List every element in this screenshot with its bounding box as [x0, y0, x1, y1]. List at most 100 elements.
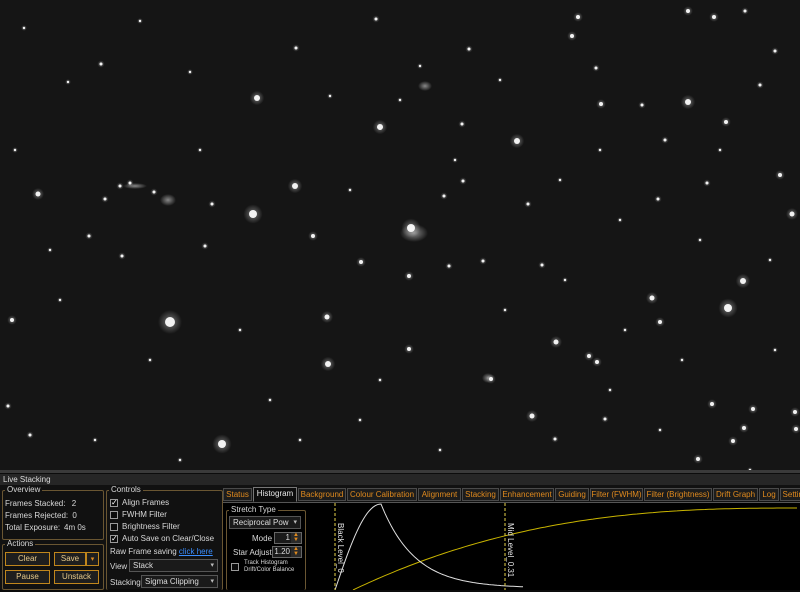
controls-legend: Controls: [111, 485, 141, 494]
track-histogram-checkbox[interactable]: [231, 561, 243, 571]
star: [656, 197, 660, 201]
star: [742, 426, 746, 430]
view-label: View: [110, 562, 128, 571]
star: [460, 122, 464, 126]
brightness-filter-checkbox[interactable]: Brightness Filter: [110, 522, 180, 531]
star: [328, 94, 332, 98]
star: [618, 218, 622, 222]
clear-button[interactable]: Clear: [5, 552, 50, 566]
tab-log[interactable]: Log: [759, 488, 779, 501]
galaxy: [160, 194, 176, 206]
view-select[interactable]: Stack ▾: [129, 559, 218, 572]
star: [453, 158, 457, 162]
star: [6, 404, 10, 408]
star: [599, 102, 603, 106]
star: [210, 202, 214, 206]
star: [793, 410, 797, 414]
tab-drift-graph[interactable]: Drift Graph: [713, 488, 758, 501]
auto-save-check[interactable]: ✓: [110, 534, 118, 543]
splitter-bar[interactable]: [0, 470, 800, 473]
track-histogram-check[interactable]: [231, 563, 239, 571]
star-field-image: [4, 6, 800, 470]
stacked-image-viewer[interactable]: [0, 0, 800, 470]
star: [594, 66, 598, 70]
star: [718, 148, 722, 152]
spin-arrows-icon[interactable]: ▲ ▼: [291, 532, 301, 543]
spin-arrows-icon[interactable]: ▲ ▼: [291, 546, 301, 557]
star: [658, 320, 662, 324]
star-adjust-value: 1.20: [274, 547, 290, 556]
star: [407, 347, 411, 351]
save-dropdown-button[interactable]: ▾: [86, 552, 99, 566]
star: [773, 348, 777, 352]
star: [93, 438, 97, 442]
star: [794, 427, 798, 431]
mode-stepper[interactable]: 1 ▲ ▼: [274, 532, 302, 544]
histogram-panel: Black Level_0 Mid Level_0.31: [223, 502, 800, 591]
star: [99, 62, 103, 66]
tab-histogram[interactable]: Histogram: [253, 487, 297, 502]
star: [249, 210, 257, 218]
tab-stacking[interactable]: Stacking: [462, 488, 499, 501]
tab-status[interactable]: Status: [223, 488, 252, 501]
star: [118, 184, 122, 188]
tab-guiding[interactable]: Guiding: [555, 488, 589, 501]
star: [603, 417, 607, 421]
tab-background[interactable]: Background: [298, 488, 346, 501]
galaxy: [482, 373, 494, 383]
stretch-type-select[interactable]: Reciprocal Pow ▾: [229, 516, 301, 529]
chevron-down-icon: ▾: [90, 556, 95, 563]
star: [481, 259, 485, 263]
star: [188, 70, 192, 74]
galaxy: [400, 224, 428, 242]
star: [663, 138, 667, 142]
star: [685, 99, 691, 105]
star: [438, 448, 442, 452]
fwhm-filter-check[interactable]: [110, 510, 118, 519]
star: [28, 433, 32, 437]
total-exposure-value: 4m 0s: [64, 523, 86, 532]
star-adjust-stepper[interactable]: 1.20 ▲ ▼: [272, 546, 302, 558]
align-frames-checkbox[interactable]: ✓ Align Frames: [110, 498, 169, 507]
raw-frame-saving-row: Raw Frame saving click here: [110, 547, 213, 556]
star: [696, 457, 700, 461]
star: [553, 339, 559, 345]
chevron-down-icon: ▾: [293, 519, 297, 526]
star: [203, 244, 207, 248]
star: [731, 439, 735, 443]
click-here-link[interactable]: click here: [179, 547, 213, 556]
star: [22, 26, 26, 30]
star: [254, 95, 260, 101]
star: [768, 258, 772, 262]
stacking-select[interactable]: Sigma Clipping ▾: [141, 575, 218, 588]
save-button[interactable]: Save: [54, 552, 86, 566]
tab-colour-calibration[interactable]: Colour Calibration: [347, 488, 417, 501]
tab-filter-fwhm[interactable]: Filter (FWHM): [590, 488, 643, 501]
overview-legend: Overview: [7, 485, 41, 494]
unstack-button[interactable]: Unstack: [54, 570, 99, 584]
stretch-type-legend: Stretch Type: [231, 505, 276, 514]
fwhm-filter-checkbox[interactable]: FWHM Filter: [110, 510, 167, 519]
star: [640, 103, 644, 107]
raw-frame-saving-label: Raw Frame saving: [110, 547, 177, 556]
star: [658, 428, 662, 432]
tab-alignment[interactable]: Alignment: [418, 488, 461, 501]
tab-filter-brightness[interactable]: Filter (Brightness): [644, 488, 712, 501]
histogram-chart[interactable]: Black Level_0 Mid Level_0.31: [223, 503, 800, 591]
brightness-filter-check[interactable]: [110, 522, 118, 531]
star: [743, 9, 747, 13]
star: [680, 358, 684, 362]
align-frames-check[interactable]: ✓: [110, 498, 118, 507]
tab-settings[interactable]: Settings: [780, 488, 800, 501]
star: [238, 328, 242, 332]
star: [374, 17, 378, 21]
total-exposure-label: Total Exposure:: [5, 523, 61, 532]
align-frames-label: Align Frames: [122, 498, 170, 507]
tab-enhancement[interactable]: Enhancement: [500, 488, 554, 501]
star: [152, 190, 156, 194]
frames-stacked-value: 2: [71, 499, 77, 508]
auto-save-checkbox[interactable]: ✓ Auto Save on Clear/Close: [110, 534, 214, 543]
star: [724, 120, 728, 124]
black-level-label: Black Level_0: [336, 523, 345, 573]
pause-button[interactable]: Pause: [5, 570, 50, 584]
